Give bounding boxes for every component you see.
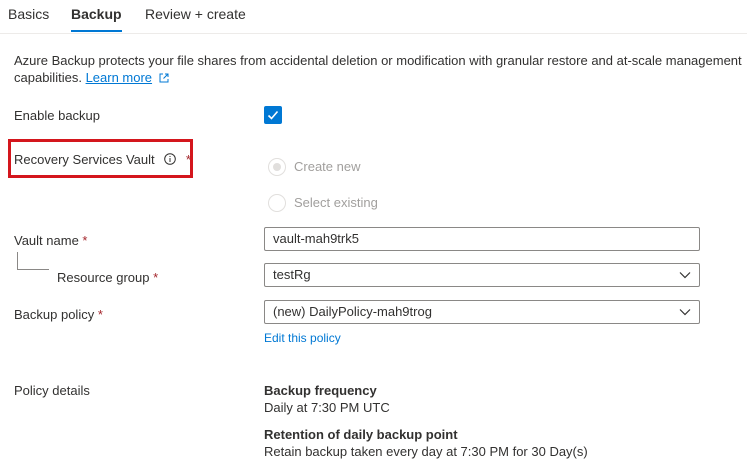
backup-policy-dropdown[interactable]: (new) DailyPolicy-mah9trog <box>264 300 700 324</box>
radio-create-new-label: Create new <box>294 159 361 174</box>
backup-policy-label-text: Backup policy <box>14 307 95 322</box>
backup-description: Azure Backup protects your file shares f… <box>14 52 744 86</box>
policy-details-label: Policy details <box>14 383 90 398</box>
tab-divider <box>0 33 747 34</box>
resource-group-value: testRg <box>273 267 311 282</box>
tab-backup[interactable]: Backup <box>71 6 122 32</box>
enable-backup-checkbox[interactable] <box>264 106 282 124</box>
required-asterisk: * <box>82 233 88 248</box>
required-asterisk: * <box>97 307 103 322</box>
required-asterisk: * <box>153 270 159 285</box>
tab-bar: Basics Backup Review + create <box>0 0 747 34</box>
required-asterisk: * <box>185 152 191 167</box>
edit-policy-link[interactable]: Edit this policy <box>264 331 341 345</box>
chevron-down-icon <box>679 309 691 316</box>
learn-more-link[interactable]: Learn more <box>86 70 152 85</box>
retention-title: Retention of daily backup point <box>264 427 458 442</box>
resource-group-label: Resource group * <box>57 270 158 285</box>
info-icon[interactable] <box>164 153 177 165</box>
retention-value: Retain backup taken every day at 7:30 PM… <box>264 444 588 459</box>
backup-frequency-title: Backup frequency <box>264 383 377 398</box>
tab-basics[interactable]: Basics <box>8 6 49 22</box>
vault-name-input[interactable]: vault-mah9trk5 <box>264 227 700 251</box>
checkmark-icon <box>267 110 279 120</box>
tree-connector-horizontal <box>17 269 49 270</box>
vault-name-label-text: Vault name <box>14 233 79 248</box>
radio-select-existing-indicator[interactable] <box>268 194 286 212</box>
radio-select-existing-label: Select existing <box>294 195 378 210</box>
radio-create-new-indicator[interactable] <box>268 158 286 176</box>
recovery-vault-label-text: Recovery Services Vault <box>14 152 155 167</box>
resource-group-dropdown[interactable]: testRg <box>264 263 700 287</box>
tree-connector-vertical <box>17 252 18 270</box>
enable-backup-label: Enable backup <box>14 108 101 123</box>
backup-frequency-value: Daily at 7:30 PM UTC <box>264 400 390 415</box>
recovery-vault-label: Recovery Services Vault * <box>14 152 191 167</box>
chevron-down-icon <box>679 272 691 279</box>
backup-policy-value: (new) DailyPolicy-mah9trog <box>273 304 432 319</box>
external-link-icon <box>159 73 169 83</box>
vault-name-label: Vault name * <box>14 233 87 248</box>
backup-policy-label: Backup policy * <box>14 307 103 322</box>
tab-review-create[interactable]: Review + create <box>145 6 246 22</box>
resource-group-label-text: Resource group <box>57 270 150 285</box>
